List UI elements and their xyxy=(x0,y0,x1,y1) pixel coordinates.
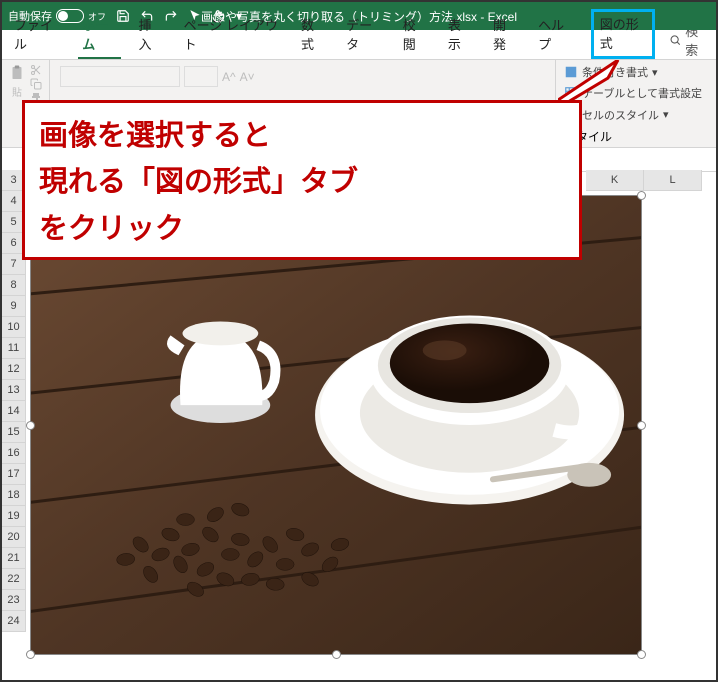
row-header[interactable]: 12 xyxy=(2,359,26,380)
resize-handle-ml[interactable] xyxy=(26,421,35,430)
column-header[interactable]: K xyxy=(586,170,644,191)
tab-view[interactable]: 表示 xyxy=(444,11,475,59)
tab-page-layout[interactable]: ページ レイアウト xyxy=(180,11,283,59)
row-header[interactable]: 15 xyxy=(2,422,26,443)
tab-formulas[interactable]: 数式 xyxy=(297,11,328,59)
instruction-callout: 画像を選択すると 現れる「図の形式」タブ をクリック xyxy=(22,100,582,260)
tab-data[interactable]: データ xyxy=(342,11,385,59)
font-name-combo[interactable] xyxy=(60,66,180,87)
column-headers: KL xyxy=(586,170,716,191)
row-header[interactable]: 13 xyxy=(2,380,26,401)
tab-picture-format[interactable]: 図の形式 xyxy=(591,9,655,59)
resize-handle-br[interactable] xyxy=(637,650,646,659)
tab-developer[interactable]: 開発 xyxy=(489,11,520,59)
row-header[interactable]: 18 xyxy=(2,485,26,506)
row-header[interactable]: 16 xyxy=(2,443,26,464)
tab-insert[interactable]: 挿入 xyxy=(135,11,166,59)
copy-icon[interactable] xyxy=(30,78,42,90)
search-icon xyxy=(669,33,681,47)
row-header[interactable]: 17 xyxy=(2,464,26,485)
callout-text: 画像を選択すると 現れる「図の形式」タブ をクリック xyxy=(39,113,565,252)
paste-icon[interactable] xyxy=(8,64,26,82)
row-header[interactable]: 24 xyxy=(2,611,26,632)
row-header[interactable]: 8 xyxy=(2,275,26,296)
resize-handle-bl[interactable] xyxy=(26,650,35,659)
redo-icon[interactable] xyxy=(164,9,178,23)
font-size-combo[interactable] xyxy=(184,66,218,87)
paste-label: 貼 xyxy=(12,84,22,99)
row-header[interactable]: 14 xyxy=(2,401,26,422)
row-header[interactable]: 9 xyxy=(2,296,26,317)
resize-handle-tr[interactable] xyxy=(637,191,646,200)
tab-home[interactable]: ホーム xyxy=(78,11,120,59)
row-header[interactable]: 21 xyxy=(2,548,26,569)
styles-group-label: スタイル xyxy=(564,128,708,145)
coffee-photo xyxy=(31,196,641,654)
tab-review[interactable]: 校閲 xyxy=(399,11,430,59)
cut-icon[interactable] xyxy=(30,64,42,76)
decrease-font-icon[interactable]: A˅ xyxy=(240,70,255,84)
tab-help[interactable]: ヘルプ xyxy=(534,11,577,59)
tab-file[interactable]: ファイル xyxy=(10,11,64,59)
row-header[interactable]: 11 xyxy=(2,338,26,359)
row-header[interactable]: 22 xyxy=(2,569,26,590)
row-header[interactable]: 20 xyxy=(2,527,26,548)
resize-handle-mr[interactable] xyxy=(637,421,646,430)
increase-font-icon[interactable]: A^ xyxy=(222,70,236,84)
row-header[interactable]: 23 xyxy=(2,590,26,611)
ribbon-tabs: ファイル ホーム 挿入 ページ レイアウト 数式 データ 校閲 表示 開発 ヘル… xyxy=(2,30,716,60)
inserted-picture[interactable] xyxy=(30,195,642,655)
row-header[interactable]: 19 xyxy=(2,506,26,527)
resize-handle-bm[interactable] xyxy=(332,650,341,659)
row-header[interactable]: 10 xyxy=(2,317,26,338)
column-header[interactable]: L xyxy=(644,170,702,191)
